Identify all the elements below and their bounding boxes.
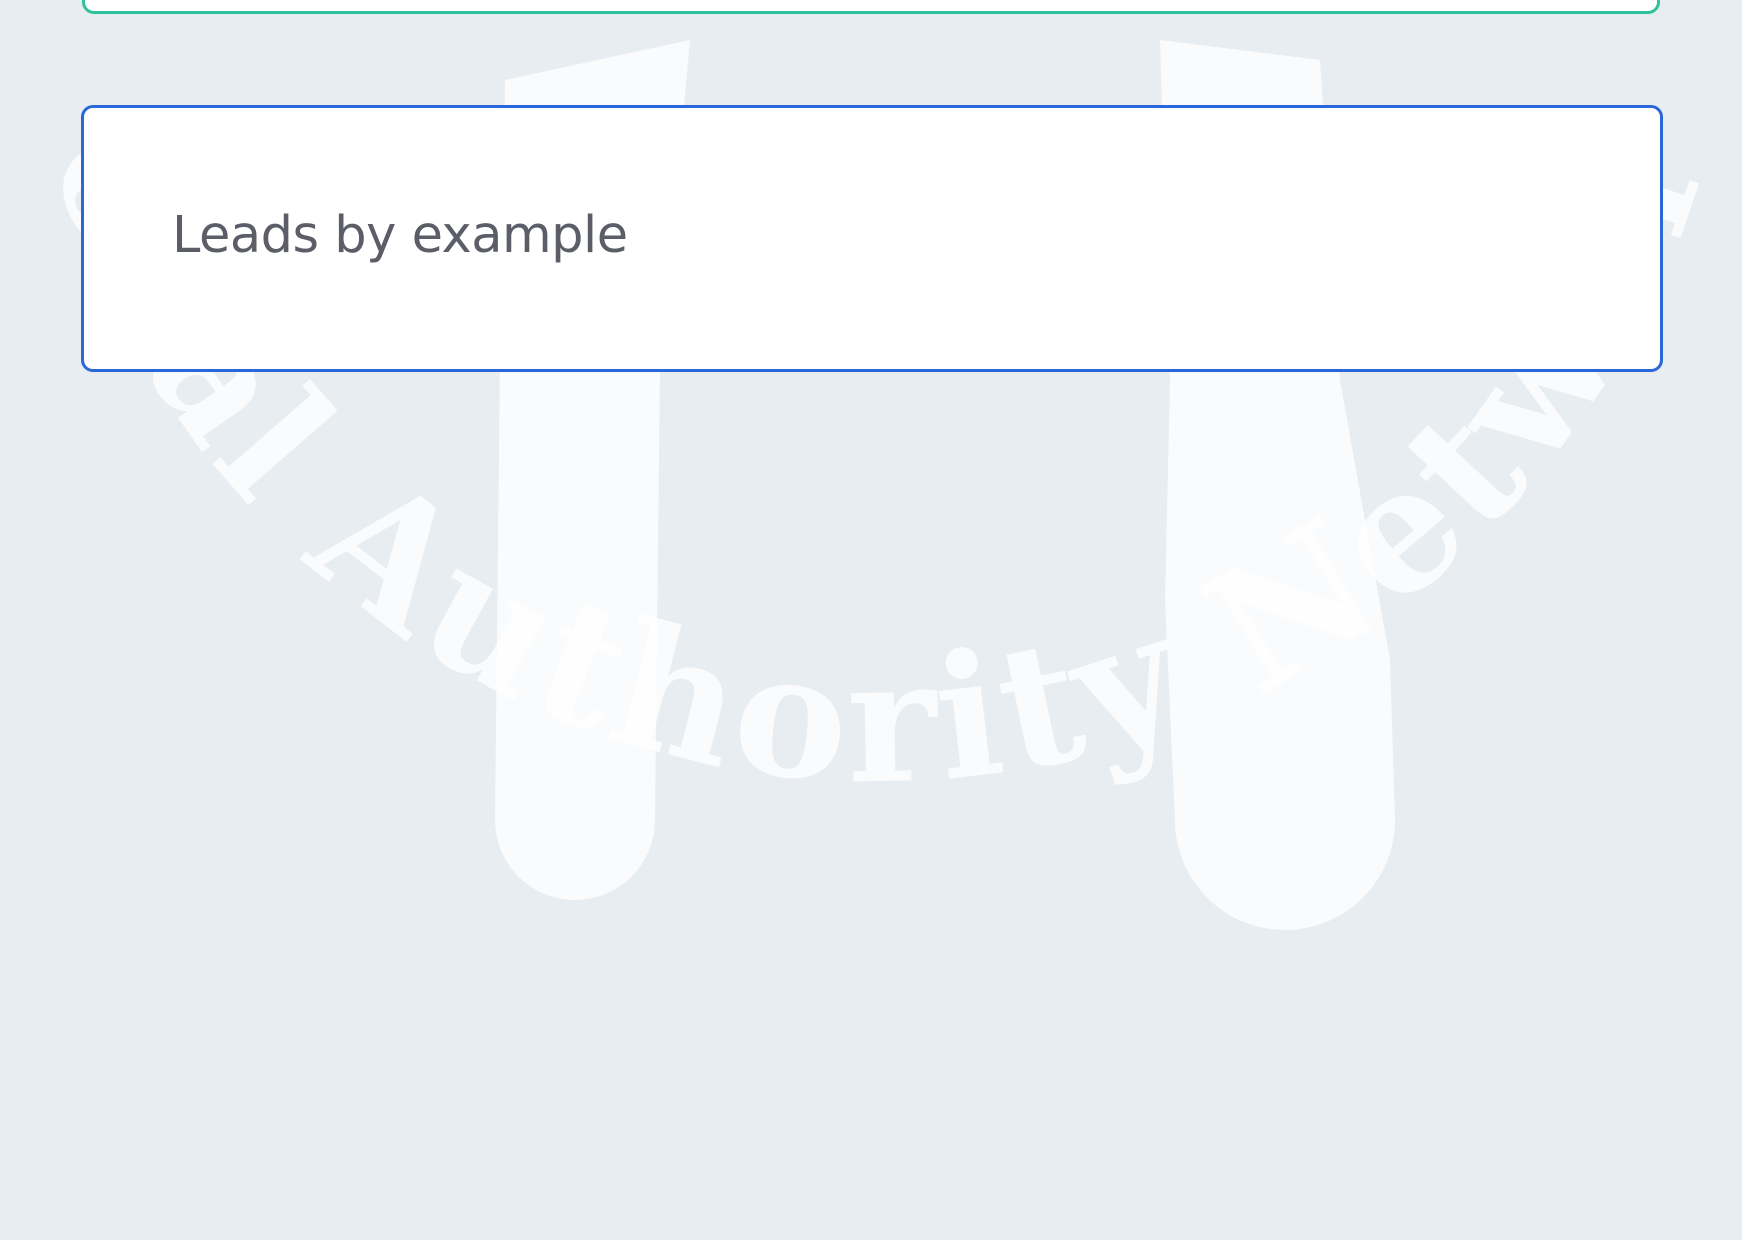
answer-option-selected[interactable]: Leads by example <box>81 105 1663 372</box>
answer-option-label: Leads by example <box>172 206 628 265</box>
answer-option-correct[interactable] <box>82 0 1660 14</box>
